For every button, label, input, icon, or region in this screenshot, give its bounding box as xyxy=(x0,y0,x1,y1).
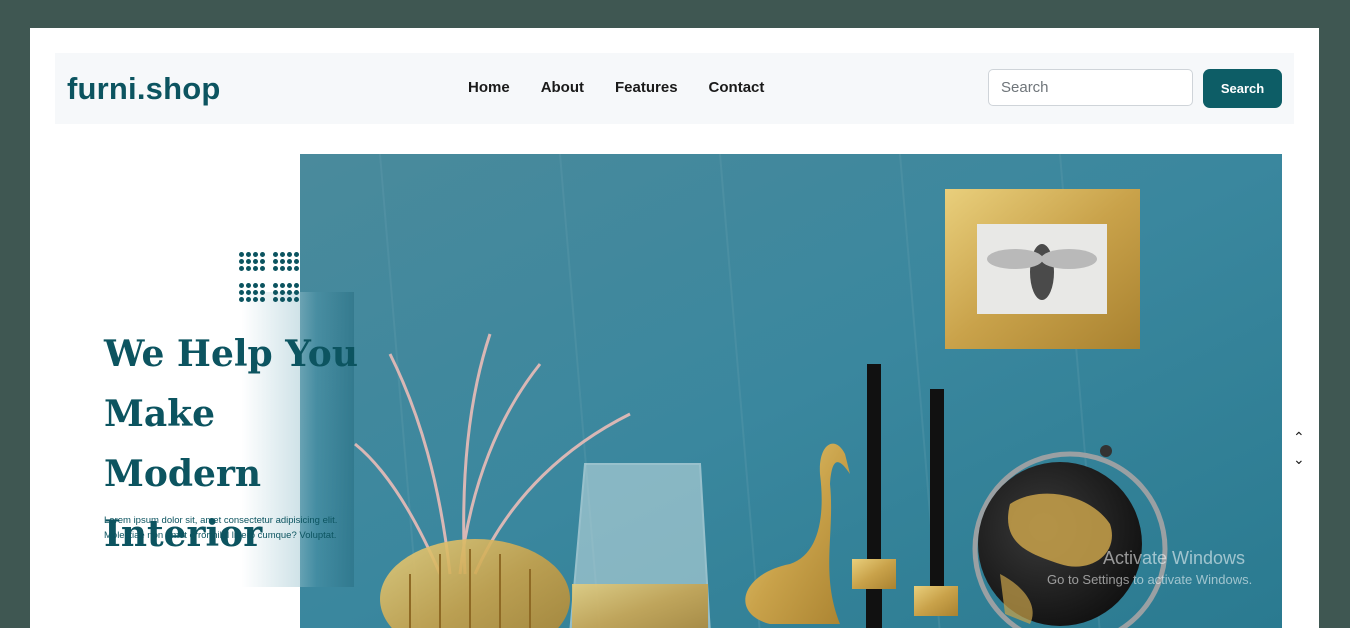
brand-logo[interactable]: furni.shop xyxy=(67,71,221,107)
chevron-down-icon[interactable]: ⌄ xyxy=(1293,452,1305,466)
navbar: furni.shop Home About Features Contact S… xyxy=(55,53,1294,124)
search-button[interactable]: Search xyxy=(1203,69,1282,108)
scroll-controls: ⌃ ⌄ xyxy=(1293,430,1305,466)
nav-link-contact[interactable]: Contact xyxy=(709,79,765,96)
hero-title-line: We Help You xyxy=(104,333,358,375)
hero-description: Lorem ipsum dolor sit, amet consectetur … xyxy=(104,515,338,541)
chevron-up-icon[interactable]: ⌃ xyxy=(1293,430,1305,444)
nav-links: Home About Features Contact xyxy=(468,79,764,96)
frame-icon xyxy=(945,189,1140,349)
page-container: furni.shop Home About Features Contact S… xyxy=(30,28,1319,628)
nav-link-features[interactable]: Features xyxy=(615,79,678,96)
nav-link-about[interactable]: About xyxy=(541,79,584,96)
hero-title-line: Make Modern xyxy=(104,393,262,495)
dot-pattern xyxy=(239,252,299,302)
nav-link-home[interactable]: Home xyxy=(468,79,510,96)
hero-image xyxy=(300,154,1282,628)
hero-illustration xyxy=(300,154,1282,628)
search-input[interactable] xyxy=(988,69,1193,106)
